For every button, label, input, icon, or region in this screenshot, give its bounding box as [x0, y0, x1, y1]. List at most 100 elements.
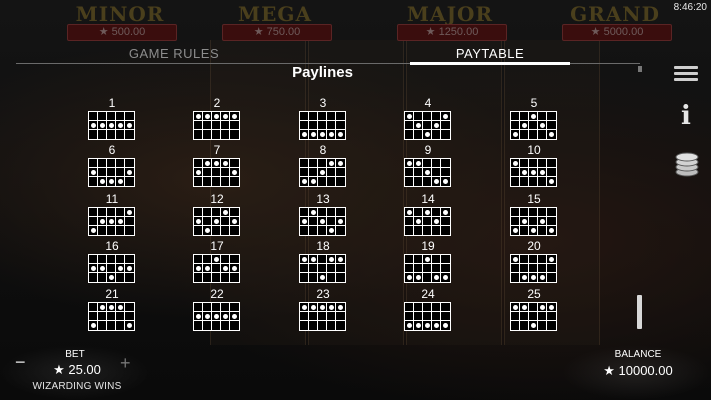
payline-cell — [538, 264, 547, 273]
payline-cell — [107, 303, 116, 312]
payline-cell — [89, 321, 98, 330]
payline-cell — [511, 226, 520, 235]
payline-cell — [221, 217, 230, 226]
payline-cell — [318, 112, 327, 121]
payline-cell — [116, 177, 125, 186]
payline-cell — [230, 226, 239, 235]
payline-cell — [309, 255, 318, 264]
payline-cell — [520, 208, 529, 217]
payline-cell — [336, 303, 345, 312]
payline-cell — [300, 217, 309, 226]
payline-cell — [414, 312, 423, 321]
payline-cell — [405, 303, 414, 312]
payline-cell — [318, 273, 327, 282]
payline-cell — [327, 217, 336, 226]
payline-cell — [230, 312, 239, 321]
payline-cell — [529, 303, 538, 312]
payline-cell — [336, 255, 345, 264]
payline-cell — [212, 273, 221, 282]
payline-cell — [203, 159, 212, 168]
payline-number: 8 — [319, 143, 327, 157]
payline-cell — [538, 208, 547, 217]
payline-cell — [230, 273, 239, 282]
payline-cell — [116, 255, 125, 264]
payline-cell — [203, 303, 212, 312]
payline-cell — [511, 168, 520, 177]
payline-cell — [212, 159, 221, 168]
payline-pattern — [404, 302, 451, 331]
payline-cell — [336, 159, 345, 168]
payline-cell — [441, 121, 450, 130]
payline-cell — [547, 159, 556, 168]
payline-cell — [327, 208, 336, 217]
payline-cell — [432, 226, 441, 235]
payline-cell — [441, 264, 450, 273]
payline-cell — [125, 177, 134, 186]
payline-cell — [414, 130, 423, 139]
payline-cell — [432, 159, 441, 168]
coins-icon[interactable] — [674, 150, 700, 178]
decrease-bet-button[interactable]: − — [15, 352, 26, 373]
payline-cell — [309, 226, 318, 235]
payline-cell — [511, 177, 520, 186]
balance-label: BALANCE — [614, 349, 662, 360]
payline-cell — [529, 255, 538, 264]
increase-bet-button[interactable]: + — [120, 353, 131, 374]
payline-cell — [441, 168, 450, 177]
payline-cell — [520, 112, 529, 121]
payline-cell — [327, 321, 336, 330]
payline-cell — [529, 321, 538, 330]
payline-cell — [511, 112, 520, 121]
payline-19: 19 — [404, 239, 452, 283]
payline-cell — [107, 321, 116, 330]
payline-cell — [318, 264, 327, 273]
payline-cell — [538, 112, 547, 121]
payline-cell — [107, 177, 116, 186]
payline-cell — [107, 159, 116, 168]
payline-cell — [538, 121, 547, 130]
payline-cell — [107, 121, 116, 130]
payline-cell — [98, 130, 107, 139]
payline-cell — [300, 303, 309, 312]
payline-cell — [89, 312, 98, 321]
payline-cell — [414, 121, 423, 130]
payline-cell — [423, 264, 432, 273]
payline-cell — [529, 121, 538, 130]
payline-cell — [125, 112, 134, 121]
payline-cell — [300, 264, 309, 273]
payline-cell — [203, 177, 212, 186]
payline-cell — [511, 255, 520, 264]
payline-pattern — [299, 302, 346, 331]
payline-cell — [221, 177, 230, 186]
payline-cell — [98, 121, 107, 130]
info-icon[interactable]: i — [674, 102, 698, 130]
payline-cell — [511, 130, 520, 139]
payline-cell — [336, 168, 345, 177]
payline-cell — [441, 112, 450, 121]
payline-cell — [125, 264, 134, 273]
payline-cell — [432, 168, 441, 177]
payline-number: 17 — [210, 239, 224, 253]
menu-icon[interactable] — [674, 66, 698, 84]
payline-cell — [432, 208, 441, 217]
payline-cell — [221, 273, 230, 282]
payline-cell — [547, 321, 556, 330]
payline-cell — [230, 255, 239, 264]
payline-cell — [432, 321, 441, 330]
payline-cell — [98, 273, 107, 282]
payline-cell — [405, 217, 414, 226]
payline-pattern — [299, 254, 346, 283]
payline-9: 9 — [404, 143, 452, 187]
payline-cell — [538, 168, 547, 177]
payline-cell — [336, 264, 345, 273]
payline-cell — [116, 264, 125, 273]
payline-cell — [414, 168, 423, 177]
payline-cell — [98, 177, 107, 186]
payline-cell — [89, 177, 98, 186]
payline-cell — [336, 273, 345, 282]
payline-15: 15 — [510, 192, 558, 236]
payline-cell — [230, 112, 239, 121]
payline-cell — [212, 312, 221, 321]
payline-cell — [529, 112, 538, 121]
balance-value: ★ 10000.00 — [603, 363, 673, 378]
